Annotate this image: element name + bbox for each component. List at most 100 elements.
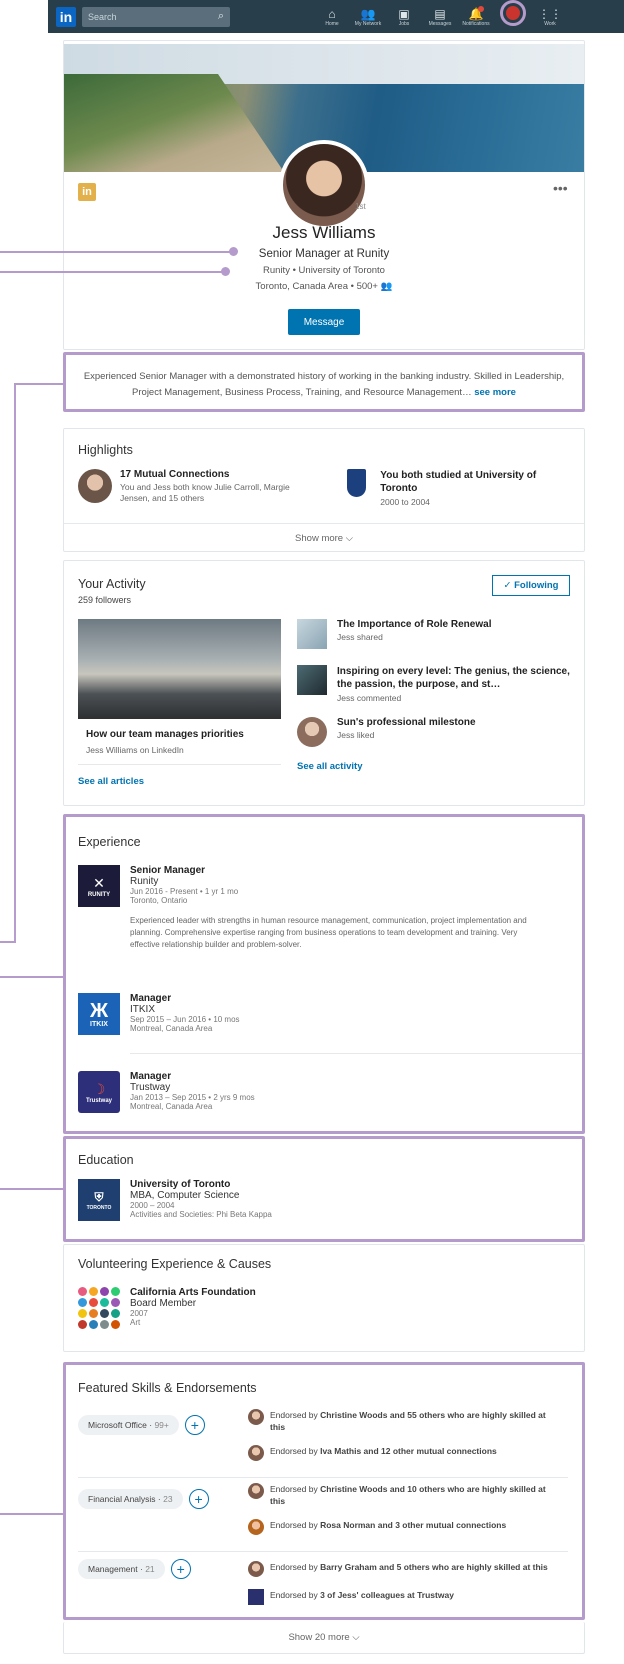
annotation-connector	[0, 976, 64, 978]
skill-row: Microsoft Office · 99+ + Endorsed by Chr…	[78, 1409, 568, 1473]
profile-photo[interactable]	[279, 140, 369, 230]
mutual-connections[interactable]: 17 Mutual Connections You and Jess both …	[78, 469, 310, 504]
article-image[interactable]	[78, 619, 281, 719]
skill-pill[interactable]: Financial Analysis · 23	[78, 1489, 183, 1509]
school-degree: MBA, Computer Science	[130, 1190, 240, 1201]
school-name: University of Toronto	[130, 1179, 231, 1190]
page: in Search ⌕ ⌂ Home 👥 My Network ▣ Jobs ▤…	[0, 0, 624, 1664]
school-text: You both studied at University of Toront…	[380, 469, 569, 507]
see-all-articles-link[interactable]: See all articles	[78, 776, 144, 787]
skills-divider	[78, 1477, 568, 1478]
search-icon: ⌕	[217, 9, 224, 22]
skill-pill[interactable]: Microsoft Office · 99+	[78, 1415, 179, 1435]
linkedin-badge-icon: in	[78, 183, 96, 201]
profile-name: Jess Williams	[272, 223, 376, 242]
itkix-logo-text: ITKIX	[90, 1020, 108, 1028]
activity-item[interactable]: The Importance of Role Renewal Jess shar…	[297, 619, 572, 649]
more-options-icon[interactable]: •••	[553, 180, 568, 196]
job-title: Manager	[130, 1071, 172, 1082]
skill-pill-group: Microsoft Office · 99+ +	[78, 1415, 205, 1435]
school-years: 2000 – 2004	[130, 1201, 175, 1210]
see-all-activity-link[interactable]: See all activity	[297, 761, 362, 772]
activity-item-title: Sun's professional milestone	[337, 717, 476, 728]
activity-item[interactable]: Inspiring on every level: The genius, th…	[297, 665, 572, 703]
experience-item[interactable]: ✕ RUNITY Senior Manager Runity Jun 2016 …	[78, 865, 548, 951]
skills-card: Featured Skills & Endorsements Microsoft…	[63, 1362, 585, 1620]
skills-title: Featured Skills & Endorsements	[78, 1381, 257, 1395]
volunteer-org: California Arts Foundation	[130, 1287, 256, 1298]
message-button[interactable]: Message	[288, 309, 360, 335]
endorsement: Endorsed by Rosa Norman and 3 other mutu…	[248, 1519, 548, 1535]
top-nav: in Search ⌕ ⌂ Home 👥 My Network ▣ Jobs ▤…	[48, 0, 624, 33]
skills-show-more[interactable]: Show 20 more ⌵	[64, 1632, 584, 1643]
nav-jobs[interactable]: ▣ Jobs	[386, 0, 422, 33]
skill-pill-group: Financial Analysis · 23 +	[78, 1489, 209, 1509]
highlights-title: Highlights	[78, 443, 133, 457]
endorse-plus-button[interactable]: +	[188, 1489, 209, 1509]
experience-item[interactable]: ☽ Trustway Manager Trustway Jan 2013 – S…	[78, 1071, 548, 1113]
toronto-logo-text: TORONTO	[86, 1204, 112, 1211]
endorse-plus-button[interactable]: +	[184, 1415, 205, 1435]
volunteer-cause: Art	[130, 1318, 141, 1327]
linkedin-logo[interactable]: in	[56, 6, 76, 27]
article-source: Jess Williams on LinkedIn	[86, 745, 184, 755]
experience-text: Senior Manager Runity Jun 2016 - Present…	[130, 865, 540, 951]
nav-work-label: Work	[544, 20, 556, 27]
highlights-show-more[interactable]: Show more ⌵	[64, 533, 584, 544]
grid-icon: ⋮⋮	[538, 6, 562, 21]
see-more-link[interactable]: see more	[474, 387, 516, 398]
nav-notifications[interactable]: 🔔 Notifications	[458, 0, 494, 33]
trustway-logo: ☽ Trustway	[78, 1071, 120, 1113]
search-input[interactable]: Search ⌕	[82, 6, 230, 27]
nav-messages[interactable]: ▤ Messages	[422, 0, 458, 33]
activity-item-meta: Jess shared	[337, 632, 383, 642]
nav-me-button[interactable]	[500, 0, 526, 26]
nav-messages-label: Messages	[428, 20, 452, 27]
skills-footer: Show 20 more ⌵	[63, 1622, 585, 1654]
experience-text: Manager ITKIX Sep 2015 – Jun 2016 • 10 m…	[130, 993, 240, 1035]
endorsement: Endorsed by Barry Graham and 5 others wh…	[248, 1561, 548, 1577]
shared-school[interactable]: You both studied at University of Toront…	[339, 469, 569, 507]
activity-thumb	[297, 619, 327, 649]
jobs-icon: ▣	[398, 6, 410, 21]
trustway-mark-icon: ☽	[92, 1080, 106, 1097]
annotation-connector	[14, 383, 64, 385]
education-title: Education	[78, 1153, 134, 1167]
school-title: You both studied at University of Toront…	[380, 470, 537, 494]
activity-title: Your Activity	[78, 577, 146, 591]
skill-row: Financial Analysis · 23 + Endorsed by Ch…	[78, 1483, 568, 1547]
activity-item[interactable]: Sun's professional milestone Jess liked	[297, 717, 572, 747]
experience-divider	[130, 1053, 582, 1054]
endorsement-text: Endorsed by Christine Woods and 10 other…	[270, 1484, 546, 1506]
education-item[interactable]: ⛨ TORONTO University of Toronto MBA, Com…	[78, 1179, 548, 1221]
article-title[interactable]: How our team manages priorities	[86, 729, 244, 740]
endorsement-text: Endorsed by Barry Graham and 5 others wh…	[270, 1562, 548, 1572]
mutual-title: 17 Mutual Connections	[120, 469, 230, 480]
nav-work[interactable]: ⋮⋮ Work	[532, 0, 568, 33]
skill-pill[interactable]: Management · 21	[78, 1559, 165, 1579]
education-card: Education ⛨ TORONTO University of Toront…	[63, 1136, 585, 1242]
nav-items: ⌂ Home 👥 My Network ▣ Jobs ▤ Messages 🔔 …	[314, 0, 568, 33]
endorsement-text: Endorsed by Iva Mathis and 12 other mutu…	[270, 1446, 497, 1456]
experience-title: Experience	[78, 835, 141, 849]
endorse-plus-button[interactable]: +	[170, 1559, 191, 1579]
arts-foundation-logo	[78, 1287, 120, 1329]
nav-network[interactable]: 👥 My Network	[350, 0, 386, 33]
experience-item[interactable]: Ж ITKIX Manager ITKIX Sep 2015 – Jun 201…	[78, 993, 548, 1035]
experience-text: Manager Trustway Jan 2013 – Sep 2015 • 2…	[130, 1071, 255, 1113]
volunteering-title: Volunteering Experience & Causes	[78, 1257, 272, 1271]
nav-home[interactable]: ⌂ Home	[314, 0, 350, 33]
skill-count: 23	[163, 1494, 173, 1504]
nav-network-label: My Network	[354, 20, 382, 27]
skill-count: 21	[145, 1564, 155, 1574]
volunteering-item[interactable]: California Arts Foundation Board Member …	[78, 1287, 548, 1329]
activity-thumb	[297, 665, 327, 695]
highlights-divider	[64, 523, 584, 524]
annotation-connector	[0, 271, 225, 273]
runity-mark-icon: ✕	[93, 874, 105, 891]
job-company: ITKIX	[130, 1004, 156, 1015]
following-button[interactable]: ✓ Following	[492, 575, 570, 596]
skills-divider	[78, 1551, 568, 1552]
endorser-avatar	[248, 1483, 264, 1499]
skill-count: 99+	[154, 1420, 169, 1430]
